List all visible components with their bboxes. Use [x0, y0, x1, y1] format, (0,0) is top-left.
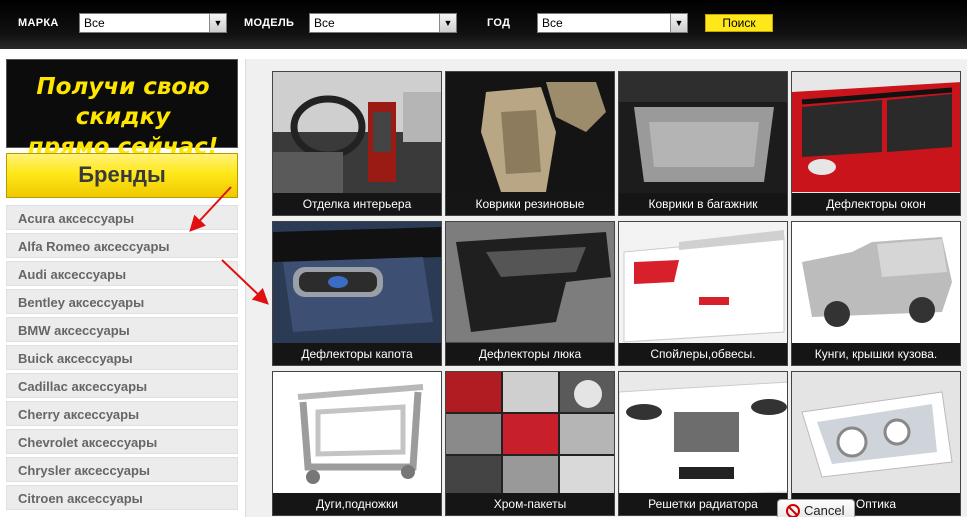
category-caption: Дефлекторы капота — [273, 343, 441, 365]
category-tile-interior-trim[interactable]: Отделка интерьера — [272, 71, 442, 216]
brand-list: Acura аксессуары Alfa Romeo аксессуары A… — [6, 205, 238, 513]
model-select[interactable]: Все ▼ — [309, 13, 457, 33]
brand-item-alfa-romeo[interactable]: Alfa Romeo аксессуары — [6, 233, 238, 258]
discount-banner[interactable]: Получи свою скидку прямо сейчас! — [6, 59, 238, 160]
category-caption: Дефлекторы люка — [446, 343, 614, 365]
model-select-value: Все — [314, 16, 335, 30]
category-caption: Хром-пакеты — [446, 493, 614, 515]
brand-item-acura[interactable]: Acura аксессуары — [6, 205, 238, 230]
category-tile-rubber-mats[interactable]: Коврики резиновые — [445, 71, 615, 216]
brands-heading: Бренды — [6, 153, 238, 198]
make-label: МАРКА — [18, 17, 59, 29]
filter-bar: МАРКА Все ▼ МОДЕЛЬ Все ▼ ГОД Все ▼ Поиск — [0, 0, 967, 49]
category-tile-hood-deflectors[interactable]: Дефлекторы капота — [272, 221, 442, 366]
category-tile-spoilers[interactable]: Спойлеры,обвесы. — [618, 221, 788, 366]
category-caption: Коврики в багажник — [619, 193, 787, 215]
make-select-value: Все — [84, 16, 105, 30]
brand-item-cadillac[interactable]: Cadillac аксессуары — [6, 373, 238, 398]
cancel-label: Cancel — [804, 503, 845, 517]
category-tile-trunk-mats[interactable]: Коврики в багажник — [618, 71, 788, 216]
brand-item-buick[interactable]: Buick аксессуары — [6, 345, 238, 370]
cancel-button[interactable]: Cancel — [777, 499, 855, 517]
year-label: ГОД — [487, 17, 511, 29]
category-tile-bars-steps[interactable]: Дуги,подножки — [272, 371, 442, 516]
year-select-value: Все — [542, 16, 563, 30]
make-select[interactable]: Все ▼ — [79, 13, 227, 33]
chevron-down-icon[interactable]: ▼ — [670, 14, 687, 32]
category-tile-optics[interactable]: Оптика — [791, 371, 961, 516]
brand-item-audi[interactable]: Audi аксессуары — [6, 261, 238, 286]
category-caption: Спойлеры,обвесы. — [619, 343, 787, 365]
category-tile-chrome-packages[interactable]: Хром-пакеты — [445, 371, 615, 516]
discount-banner-line1: Получи свою скидку — [36, 74, 210, 130]
category-tile-truck-canopies[interactable]: Кунги, крышки кузова. — [791, 221, 961, 366]
search-button[interactable]: Поиск — [705, 14, 773, 32]
brand-item-bentley[interactable]: Bentley аксессуары — [6, 289, 238, 314]
category-tile-sunroof-deflectors[interactable]: Дефлекторы люка — [445, 221, 615, 366]
category-caption: Коврики резиновые — [446, 193, 614, 215]
brand-item-cherry[interactable]: Cherry аксессуары — [6, 401, 238, 426]
category-caption: Кунги, крышки кузова. — [792, 343, 960, 365]
category-caption: Дуги,подножки — [273, 493, 441, 515]
brand-item-chevrolet[interactable]: Chevrolet аксессуары — [6, 429, 238, 454]
year-select[interactable]: Все ▼ — [537, 13, 688, 33]
category-caption: Отделка интерьера — [273, 193, 441, 215]
brand-item-citroen[interactable]: Citroen аксессуары — [6, 485, 238, 510]
discount-banner-text: Получи свою скидку прямо сейчас! — [7, 72, 239, 162]
category-tile-radiator-grilles[interactable]: Решетки радиатора — [618, 371, 788, 516]
brand-item-bmw[interactable]: BMW аксессуары — [6, 317, 238, 342]
cancel-icon — [786, 504, 800, 517]
chevron-down-icon[interactable]: ▼ — [439, 14, 456, 32]
page: МАРКА Все ▼ МОДЕЛЬ Все ▼ ГОД Все ▼ Поиск… — [0, 0, 967, 517]
category-caption: Решетки радиатора — [619, 493, 787, 515]
category-caption: Дефлекторы окон — [792, 193, 960, 215]
chevron-down-icon[interactable]: ▼ — [209, 14, 226, 32]
model-label: МОДЕЛЬ — [244, 17, 295, 29]
brand-item-chrysler[interactable]: Chrysler аксессуары — [6, 457, 238, 482]
category-tile-window-deflectors[interactable]: Дефлекторы окон — [791, 71, 961, 216]
